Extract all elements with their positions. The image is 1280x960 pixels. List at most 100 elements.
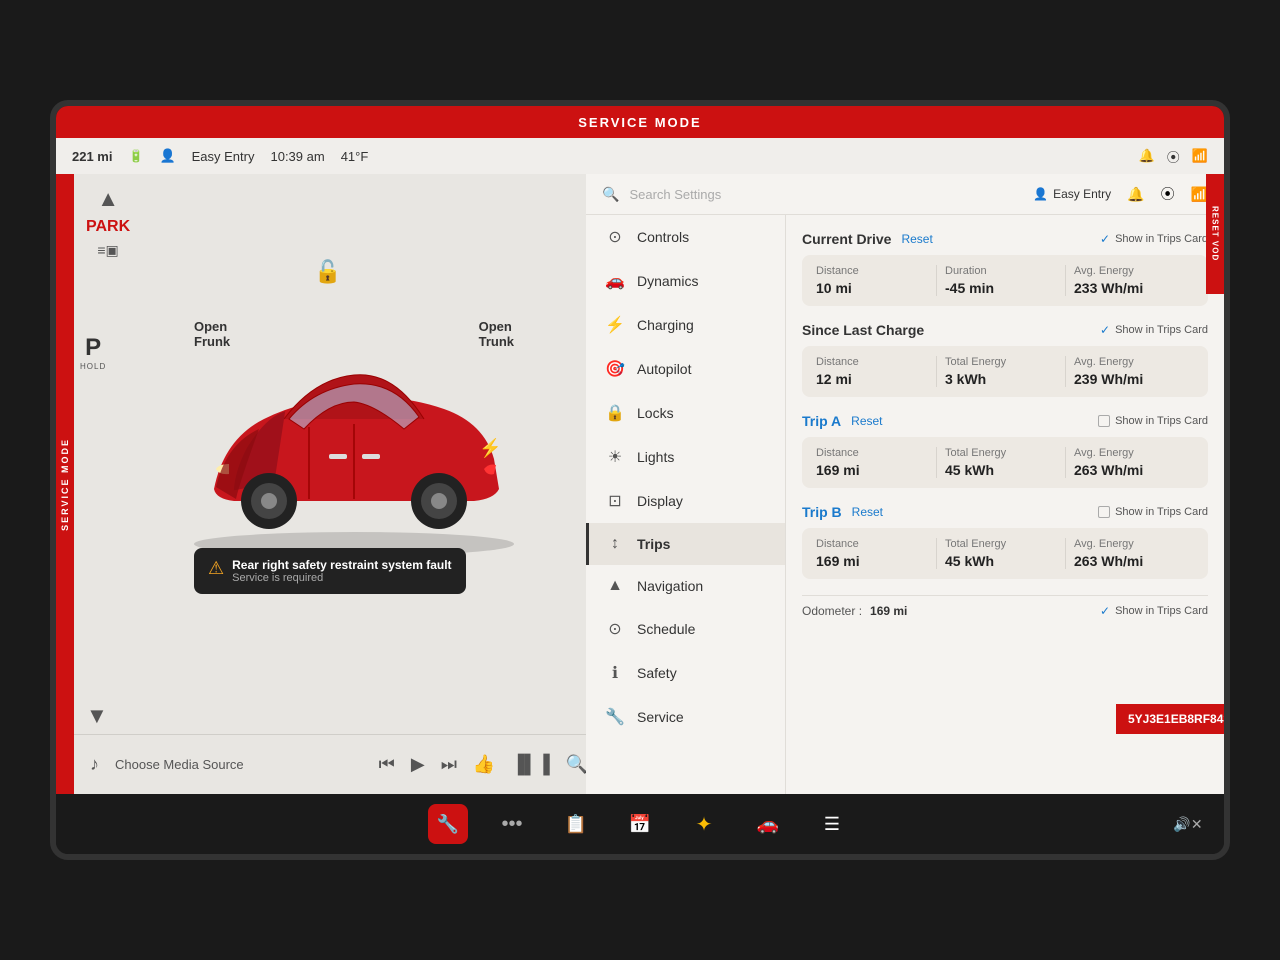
checkmark-icon-3: ✓ xyxy=(1100,604,1110,618)
person-icon: 👤 xyxy=(159,148,175,164)
bluetooth-icon: ⦿ xyxy=(1167,147,1180,166)
safety-icon: ℹ xyxy=(605,663,625,683)
current-drive-reset[interactable]: Reset xyxy=(901,232,932,246)
svg-text:⚡: ⚡ xyxy=(479,437,501,459)
park-label: PARK xyxy=(86,218,130,236)
alert-title: Rear right safety restraint system fault xyxy=(232,558,451,572)
prev-track-button[interactable]: ⏮ xyxy=(379,754,395,775)
menu-item-lights[interactable]: ☀ Lights xyxy=(586,435,785,479)
temp-display: 41°F xyxy=(341,149,369,164)
play-button[interactable]: ▶ xyxy=(411,754,425,775)
up-arrow-icon: ▲ xyxy=(97,186,119,212)
checkmark-icon-2: ✓ xyxy=(1100,323,1110,337)
menu-item-locks[interactable]: 🔒 Locks xyxy=(586,391,785,435)
since-last-charge-title: Since Last Charge xyxy=(802,322,924,338)
time-display: 10:39 am xyxy=(270,149,324,164)
search-bar: 🔍 Search Settings 👤 Easy Entry 🔔 ⦿ 📶 xyxy=(586,174,1224,215)
trip-b-avg-energy: Avg. Energy 263 Wh/mi xyxy=(1066,538,1194,569)
current-drive-stats: Distance 10 mi Duration -45 min Avg. Ene… xyxy=(802,255,1208,306)
charging-icon: ⚡ xyxy=(605,315,625,335)
menu-item-charging[interactable]: ⚡ Charging xyxy=(586,303,785,347)
vin-display: 5YJ3E1EB8RF843733 xyxy=(1128,712,1230,726)
service-mode-banner: SERVICE MODE xyxy=(56,106,1224,138)
odometer-label: Odometer : xyxy=(802,604,862,618)
audio-indicator[interactable]: 🔊✕ xyxy=(1168,804,1208,844)
calendar-taskbar-icon[interactable]: 📅 xyxy=(620,804,660,844)
next-track-button[interactable]: ⏭ xyxy=(441,754,457,775)
trip-b-reset[interactable]: Reset xyxy=(852,505,883,519)
search-input[interactable]: Search Settings xyxy=(629,187,721,202)
checkmark-icon: ✓ xyxy=(1100,232,1110,246)
reset-vod-panel: RESET VOD xyxy=(1206,174,1224,294)
car-image-area: Open Frunk Open Trunk 🔓 xyxy=(134,204,574,674)
trip-b-distance: Distance 169 mi xyxy=(816,538,937,569)
trip-b-section: Trip B Reset Show in Trips Card Distance… xyxy=(802,504,1208,579)
menu-item-controls[interactable]: ⊙ Controls xyxy=(586,215,785,259)
menu-item-display[interactable]: ⊡ Display xyxy=(586,479,785,523)
search-media-button[interactable]: 🔍 xyxy=(566,754,588,775)
signal-icon: 📶 xyxy=(1192,148,1208,164)
alert-box: ⚠ Rear right safety restraint system fau… xyxy=(194,548,466,594)
menu-item-trips[interactable]: ↕ Trips xyxy=(586,523,785,565)
easy-entry-button[interactable]: 👤 Easy Entry xyxy=(1033,187,1111,201)
schedule-icon: ⊙ xyxy=(605,619,625,639)
controls-icon: ⊙ xyxy=(605,227,625,247)
odometer-show-trips: ✓ Show in Trips Card xyxy=(1100,604,1208,618)
menu-item-safety[interactable]: ℹ Safety xyxy=(586,651,785,695)
trip-b-title: Trip B xyxy=(802,504,842,520)
current-drive-duration: Duration -45 min xyxy=(937,265,1066,296)
checkbox-unchecked-icon-2 xyxy=(1098,506,1110,518)
service-icon: 🔧 xyxy=(605,707,625,727)
menu-item-dynamics[interactable]: 🚗 Dynamics xyxy=(586,259,785,303)
easy-entry-status: Easy Entry xyxy=(192,149,255,164)
trip-b-stats: Distance 169 mi Total Energy 45 kWh Avg.… xyxy=(802,528,1208,579)
battery-icon: 🔋 xyxy=(128,149,143,163)
trip-b-header: Trip B Reset Show in Trips Card xyxy=(802,504,1208,520)
dots-taskbar-icon[interactable]: ••• xyxy=(492,804,532,844)
thumbs-up-button[interactable]: 👍 xyxy=(473,754,495,775)
menu-taskbar-icon[interactable]: ☰ xyxy=(812,804,852,844)
service-side-label: SERVICE MODE xyxy=(56,174,74,794)
trips-icon: ↕ xyxy=(605,535,625,553)
menu-item-service[interactable]: 🔧 Service xyxy=(586,695,785,739)
taskbar: 🔧 ••• 📋 📅 ✦ 🚗 ☰ 🔊✕ xyxy=(56,794,1224,854)
wrench-taskbar-icon[interactable]: 🔧 xyxy=(428,804,468,844)
display-icon: ⊡ xyxy=(605,491,625,511)
menu-item-autopilot[interactable]: 🎯 Autopilot xyxy=(586,347,785,391)
info-taskbar-icon[interactable]: 📋 xyxy=(556,804,596,844)
current-drive-section: Current Drive Reset ✓ Show in Trips Card… xyxy=(802,231,1208,306)
since-charge-avg-energy: Avg. Energy 239 Wh/mi xyxy=(1066,356,1194,387)
bell-icon[interactable]: 🔔 xyxy=(1127,186,1144,203)
lock-icon: 🔓 xyxy=(314,259,341,285)
alert-warning-icon: ⚠ xyxy=(208,558,224,579)
since-charge-distance: Distance 12 mi xyxy=(816,356,937,387)
trip-a-title: Trip A xyxy=(802,413,841,429)
music-note-icon: ♪ xyxy=(90,754,99,775)
park-area: ▲ PARK ≡▣ xyxy=(86,186,130,259)
lights-icon: ☀ xyxy=(605,447,625,467)
since-last-charge-show-trips: ✓ Show in Trips Card xyxy=(1100,323,1208,337)
car-svg: ⚡ xyxy=(174,339,534,559)
trip-a-reset[interactable]: Reset xyxy=(851,414,882,428)
bluetooth-icon[interactable]: ⦿ xyxy=(1161,184,1175,204)
current-drive-distance: Distance 10 mi xyxy=(816,265,937,296)
bell-icon: 🔔 xyxy=(1139,148,1155,164)
left-panel: ▲ PARK ≡▣ P HOLD Open Frunk Open Trunk � xyxy=(74,174,604,794)
locks-icon: 🔒 xyxy=(605,403,625,423)
checkbox-unchecked-icon xyxy=(1098,415,1110,427)
menu-item-schedule[interactable]: ⊙ Schedule xyxy=(586,607,785,651)
search-bar-actions: 👤 Easy Entry 🔔 ⦿ 📶 xyxy=(1033,184,1208,204)
current-drive-avg-energy: Avg. Energy 233 Wh/mi xyxy=(1066,265,1194,296)
mileage-display: 221 mi xyxy=(72,149,112,164)
odometer-value: 169 mi xyxy=(870,604,907,618)
alert-subtitle: Service is required xyxy=(232,572,451,584)
car-taskbar-icon[interactable]: 🚗 xyxy=(748,804,788,844)
equalizer-button[interactable]: ▐▌▐ xyxy=(511,754,549,775)
media-source-label[interactable]: Choose Media Source xyxy=(115,757,244,772)
trip-a-total-energy: Total Energy 45 kWh xyxy=(937,447,1066,478)
trip-b-total-energy: Total Energy 45 kWh xyxy=(937,538,1066,569)
menu-item-navigation[interactable]: ▲ Navigation xyxy=(586,565,785,607)
since-charge-total-energy: Total Energy 3 kWh xyxy=(937,356,1066,387)
maps-taskbar-icon[interactable]: ✦ xyxy=(684,804,724,844)
trip-b-show-trips: Show in Trips Card xyxy=(1098,506,1208,518)
